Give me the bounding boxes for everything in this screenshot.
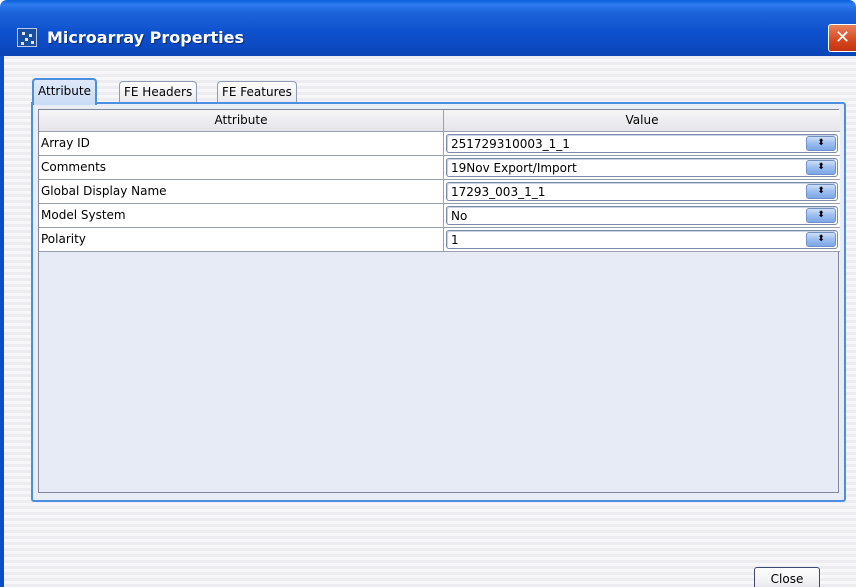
close-button[interactable]: Close	[754, 567, 820, 587]
value-dropdown[interactable]: 251729310003_1_1 ⬍	[446, 134, 838, 153]
table-row: Polarity 1 ⬍	[39, 228, 840, 252]
table-row: Array ID 251729310003_1_1 ⬍	[39, 132, 840, 156]
column-header-attribute[interactable]: Attribute	[39, 110, 444, 132]
column-header-value[interactable]: Value	[444, 110, 840, 132]
value-dropdown[interactable]: No ⬍	[446, 206, 838, 225]
tab-attribute[interactable]: Attribute	[32, 78, 97, 105]
title-bar[interactable]: Microarray Properties ✕	[0, 0, 856, 56]
close-icon[interactable]: ✕	[828, 24, 856, 52]
dropdown-selected-value: 1	[451, 233, 459, 247]
attribute-cell: Array ID	[39, 132, 444, 156]
value-cell: 17293_003_1_1 ⬍	[444, 180, 840, 204]
attribute-cell: Global Display Name	[39, 180, 444, 204]
value-cell: 1 ⬍	[444, 228, 840, 252]
attribute-cell: Polarity	[39, 228, 444, 252]
up-down-arrow-icon[interactable]: ⬍	[806, 160, 836, 175]
attribute-cell: Model System	[39, 204, 444, 228]
up-down-arrow-icon[interactable]: ⬍	[806, 232, 836, 247]
tab-panel-attribute: Attribute Value Array ID 251729310003_1_…	[31, 102, 846, 502]
attribute-cell: Comments	[39, 156, 444, 180]
dropdown-selected-value: 19Nov Export/Import	[451, 161, 577, 175]
dropdown-selected-value: No	[451, 209, 468, 223]
dropdown-selected-value: 17293_003_1_1	[451, 185, 546, 199]
up-down-arrow-icon[interactable]: ⬍	[806, 184, 836, 199]
dropdown-selected-value: 251729310003_1_1	[451, 137, 570, 151]
table-row: Model System No ⬍	[39, 204, 840, 228]
value-dropdown[interactable]: 1 ⬍	[446, 230, 838, 249]
value-cell: 251729310003_1_1 ⬍	[444, 132, 840, 156]
tab-fe-headers[interactable]: FE Headers	[119, 81, 198, 103]
up-down-arrow-icon[interactable]: ⬍	[806, 136, 836, 151]
table-row: Comments 19Nov Export/Import ⬍	[39, 156, 840, 180]
window-title: Microarray Properties	[47, 28, 244, 47]
microarray-icon	[17, 28, 37, 47]
value-cell: 19Nov Export/Import ⬍	[444, 156, 840, 180]
table-row: Global Display Name 17293_003_1_1 ⬍	[39, 180, 840, 204]
value-dropdown[interactable]: 17293_003_1_1 ⬍	[446, 182, 838, 201]
tab-fe-features[interactable]: FE Features	[217, 81, 297, 103]
value-cell: No ⬍	[444, 204, 840, 228]
value-dropdown[interactable]: 19Nov Export/Import ⬍	[446, 158, 838, 177]
up-down-arrow-icon[interactable]: ⬍	[806, 208, 836, 223]
properties-table: Attribute Value Array ID 251729310003_1_…	[38, 109, 840, 493]
window-body: Attribute FE Headers FE Features Attribu…	[0, 56, 856, 587]
